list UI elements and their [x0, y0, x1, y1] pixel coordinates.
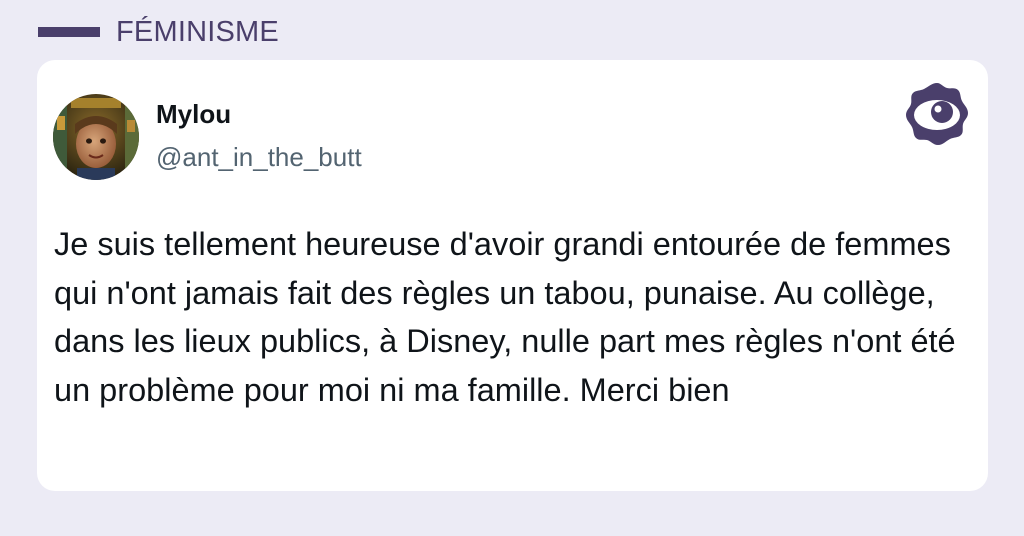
- user-handle[interactable]: @ant_in_the_butt: [156, 141, 362, 173]
- category-header: FÉMINISME: [38, 14, 279, 50]
- eye-logo-icon: [901, 78, 973, 150]
- avatar[interactable]: [53, 94, 139, 180]
- avatar-image: [53, 94, 139, 180]
- tweet-card: Mylou @ant_in_the_butt Je suis tellement…: [37, 60, 988, 491]
- tweet-text: Je suis tellement heureuse d'avoir grand…: [54, 226, 956, 408]
- user-name[interactable]: Mylou: [156, 98, 231, 130]
- category-label: FÉMINISME: [116, 16, 279, 48]
- category-bar: [38, 27, 100, 37]
